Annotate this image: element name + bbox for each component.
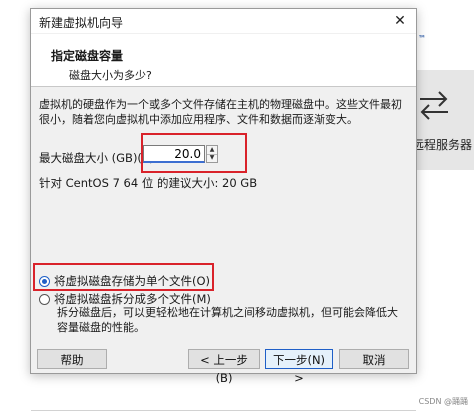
page-subtitle: 磁盘大小为多少? (69, 69, 152, 82)
close-icon[interactable]: ✕ (392, 13, 408, 29)
new-vm-wizard-dialog: 新建虚拟机向导 ✕ 指定磁盘容量 磁盘大小为多少? 虚拟机的硬盘作为一个或多个文… (30, 8, 417, 411)
option-highlight-box (33, 263, 214, 291)
disk-description: 虚拟机的硬盘作为一个或多个文件存储在主机的物理磁盘中。这些文件最初很小，随着您向… (39, 98, 402, 126)
wizard-header: 指定磁盘容量 磁盘大小为多少? (31, 34, 416, 87)
titlebar: 新建虚拟机向导 ✕ (31, 9, 416, 34)
split-description: 拆分磁盘后，可以更轻松地在计算机之间移动虚拟机，但可能会降低大容量磁盘的性能。 (57, 306, 398, 334)
watermark: CSDN @踊踊 (418, 397, 468, 406)
remote-server-label[interactable]: 远程服务器 (412, 136, 472, 153)
next-button[interactable]: 下一步(N) > (265, 349, 333, 385)
trademark-mark: ™ (418, 34, 426, 43)
window-title: 新建虚拟机向导 (39, 16, 124, 30)
recommended-size-text: 针对 CentOS 7 64 位 的建议大小: 20 GB (39, 176, 258, 190)
size-highlight-box (141, 133, 247, 173)
max-disk-size-label: 最大磁盘大小 (GB)(S): (39, 151, 158, 165)
page-title: 指定磁盘容量 (51, 49, 124, 63)
split-files-radio[interactable] (39, 293, 50, 305)
help-button[interactable]: 帮助 (37, 349, 107, 369)
transfer-arrows-icon (420, 91, 448, 120)
back-button[interactable]: < 上一步(B) (188, 349, 260, 385)
cancel-button[interactable]: 取消 (339, 349, 409, 369)
